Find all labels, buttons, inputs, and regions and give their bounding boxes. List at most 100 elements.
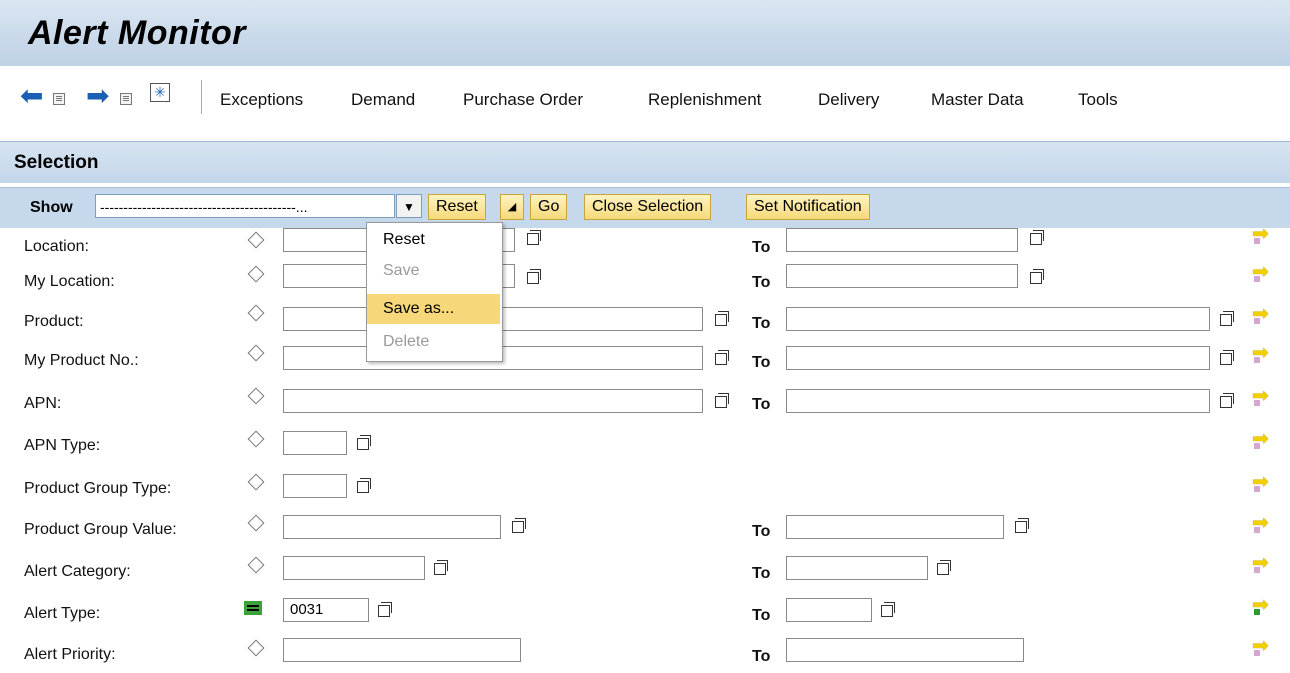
to-label: To: [752, 239, 771, 256]
to-label: To: [752, 523, 771, 540]
value-help-icon[interactable]: [356, 477, 372, 493]
alert-category-label: Alert Category:: [24, 563, 131, 580]
go-button[interactable]: Go: [530, 194, 568, 220]
product-group-type-field[interactable]: [283, 474, 347, 498]
to-label: To: [752, 607, 771, 624]
alert-type-to-field[interactable]: [786, 598, 872, 622]
multiple-selection-icon[interactable]: ➡: [1252, 429, 1274, 449]
reset-button[interactable]: Reset: [428, 194, 486, 220]
show-variant-select[interactable]: ----------------------------------------…: [95, 194, 395, 218]
apn-type-field[interactable]: [283, 431, 347, 455]
menu-item-save-as[interactable]: Save as...: [367, 294, 500, 324]
value-help-icon[interactable]: [936, 559, 952, 575]
product-group-value-field[interactable]: [283, 515, 501, 539]
alert-category-to-field[interactable]: [786, 556, 928, 580]
menu-purchase-order[interactable]: Purchase Order: [463, 90, 583, 110]
to-label: To: [752, 274, 771, 291]
toolbar-divider: [201, 80, 202, 114]
value-help-icon[interactable]: [714, 349, 730, 365]
option-diamond-icon[interactable]: [247, 304, 265, 322]
multiple-selection-icon[interactable]: ➡: [1252, 513, 1274, 533]
multiple-selection-icon[interactable]: ➡: [1252, 636, 1274, 656]
option-diamond-icon[interactable]: [247, 473, 265, 491]
to-label: To: [752, 648, 771, 665]
apn-field[interactable]: [283, 389, 703, 413]
option-diamond-icon[interactable]: [247, 387, 265, 405]
my-location-to-field[interactable]: [786, 264, 1018, 288]
alert-priority-field[interactable]: [283, 638, 521, 662]
value-help-icon[interactable]: [714, 392, 730, 408]
value-help-icon[interactable]: [356, 434, 372, 450]
back-button[interactable]: ⬅: [20, 82, 50, 110]
menu-item-save: Save: [383, 262, 420, 279]
multiple-selection-icon[interactable]: ➡: [1252, 595, 1274, 615]
app-title: Alert Monitor: [28, 14, 247, 52]
value-help-icon[interactable]: [1014, 517, 1030, 533]
value-help-icon[interactable]: [1219, 310, 1235, 326]
value-help-icon[interactable]: [880, 601, 896, 617]
menu-exceptions[interactable]: Exceptions: [220, 90, 303, 110]
selection-title: Selection: [14, 152, 99, 173]
multiple-selection-icon[interactable]: ➡: [1252, 472, 1274, 492]
set-notification-button[interactable]: Set Notification: [746, 194, 870, 220]
multiple-selection-icon[interactable]: ➡: [1252, 553, 1274, 573]
value-help-icon[interactable]: [714, 310, 730, 326]
value-help-icon[interactable]: [1219, 392, 1235, 408]
history-list-icon[interactable]: [120, 93, 132, 105]
show-label: Show: [30, 199, 73, 216]
option-diamond-icon[interactable]: [247, 344, 265, 362]
multiple-selection-icon[interactable]: ➡: [1252, 262, 1274, 282]
value-help-icon[interactable]: [1029, 229, 1045, 245]
my-location-label: My Location:: [24, 273, 115, 290]
option-diamond-icon[interactable]: [247, 639, 265, 657]
value-help-icon[interactable]: [526, 229, 542, 245]
product-group-type-label: Product Group Type:: [24, 480, 172, 497]
equals-option-icon[interactable]: [244, 601, 262, 615]
value-help-icon[interactable]: [1029, 268, 1045, 284]
to-label: To: [752, 396, 771, 413]
multiple-selection-icon[interactable]: ➡: [1252, 343, 1274, 363]
option-diamond-icon[interactable]: [247, 265, 265, 283]
title-bar: Alert Monitor: [0, 0, 1290, 66]
apn-to-field[interactable]: [786, 389, 1210, 413]
product-to-field[interactable]: [786, 307, 1210, 331]
reset-dropdown-menu: Reset Save Save as... Delete: [366, 222, 503, 362]
product-label: Product:: [24, 313, 84, 330]
menu-demand[interactable]: Demand: [351, 90, 415, 110]
forward-button[interactable]: ➡: [86, 82, 116, 110]
menu-item-delete: Delete: [383, 333, 430, 350]
to-label: To: [752, 354, 771, 371]
option-diamond-icon[interactable]: [247, 231, 265, 249]
alert-type-field[interactable]: 0031: [283, 598, 369, 622]
option-diamond-icon[interactable]: [247, 430, 265, 448]
to-label: To: [752, 315, 771, 332]
alert-priority-to-field[interactable]: [786, 638, 1024, 662]
value-help-icon[interactable]: [526, 268, 542, 284]
apn-type-label: APN Type:: [24, 437, 101, 454]
value-help-icon[interactable]: [1219, 349, 1235, 365]
menu-item-reset[interactable]: Reset: [367, 225, 500, 255]
option-diamond-icon[interactable]: [247, 556, 265, 574]
alert-category-field[interactable]: [283, 556, 425, 580]
value-help-icon[interactable]: [511, 517, 527, 533]
favorites-star-icon[interactable]: ✳: [150, 83, 170, 102]
value-help-icon[interactable]: [433, 559, 449, 575]
menu-tools[interactable]: Tools: [1078, 90, 1118, 110]
menu-master-data[interactable]: Master Data: [931, 90, 1024, 110]
menu-replenishment[interactable]: Replenishment: [648, 90, 761, 110]
reset-menu-icon[interactable]: ◢: [500, 194, 524, 220]
multiple-selection-icon[interactable]: ➡: [1252, 386, 1274, 406]
multiple-selection-icon[interactable]: ➡: [1252, 304, 1274, 324]
location-to-field[interactable]: [786, 228, 1018, 252]
show-toolbar: Show -----------------------------------…: [0, 187, 1290, 228]
close-selection-button[interactable]: Close Selection: [584, 194, 712, 220]
option-diamond-icon[interactable]: [247, 514, 265, 532]
menu-delivery[interactable]: Delivery: [818, 90, 879, 110]
location-label: Location:: [24, 238, 89, 255]
value-help-icon[interactable]: [377, 601, 393, 617]
multiple-selection-icon[interactable]: ➡: [1252, 224, 1274, 244]
product-group-value-to-field[interactable]: [786, 515, 1004, 539]
chevron-down-icon[interactable]: ▼: [396, 194, 422, 218]
history-list-icon[interactable]: [53, 93, 65, 105]
my-product-no-to-field[interactable]: [786, 346, 1210, 370]
